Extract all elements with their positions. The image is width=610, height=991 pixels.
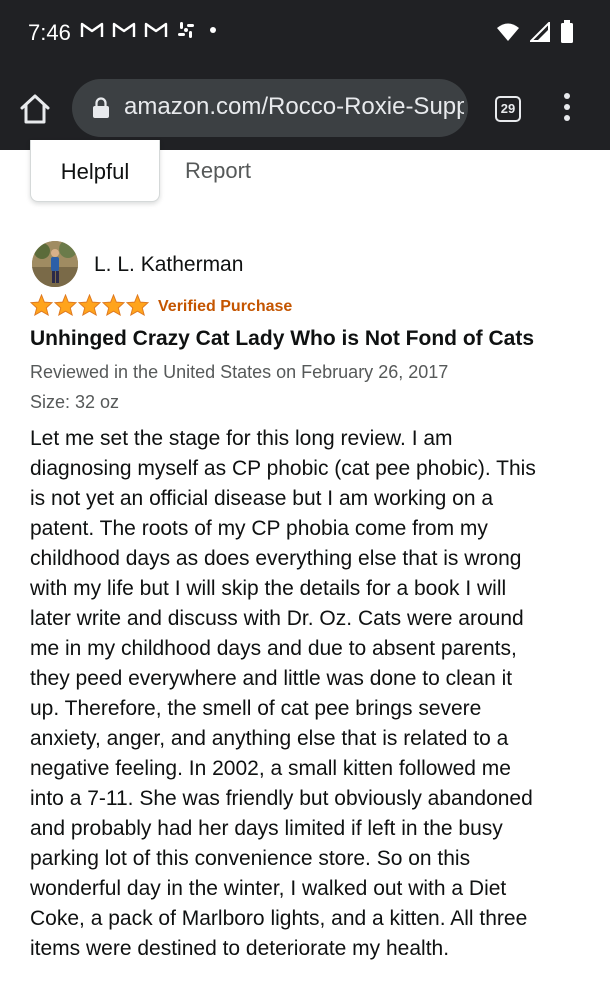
reviewer-name[interactable]: L. L. Katherman <box>94 253 243 277</box>
lock-icon <box>93 97 109 118</box>
review-body-line: me in my childhood days and due to absen… <box>30 637 517 660</box>
gmail-icon <box>80 22 104 37</box>
wifi-icon <box>497 23 519 41</box>
review-body-line: later write and discuss with Dr. Oz. Cat… <box>30 607 524 630</box>
report-link[interactable]: Report <box>185 158 251 184</box>
gmail-icon <box>112 22 136 37</box>
verified-purchase-badge: Verified Purchase <box>158 298 293 315</box>
review-body-line: into a 7-11. She was friendly but obviou… <box>30 787 533 810</box>
review-body-line: negative feeling. In 2002, a small kitte… <box>30 757 511 780</box>
review-body-line: patent. The roots of my CP phobia come f… <box>30 517 488 540</box>
tab-switcher-button[interactable]: 29 <box>495 96 521 122</box>
review-body-line: they peed everywhere and little was done… <box>30 667 513 690</box>
battery-icon <box>561 20 573 43</box>
review-body-line: is not yet an official disease but I am … <box>30 487 494 510</box>
home-icon[interactable] <box>18 92 52 126</box>
review-variant-size: Size: 32 oz <box>30 392 120 412</box>
address-bar[interactable]: amazon.com/Rocco-Roxie-Supp <box>72 79 468 137</box>
review-title: Unhinged Crazy Cat Lady Who is Not Fond … <box>30 327 534 350</box>
star-icon <box>54 294 77 316</box>
review-body-line: up. Therefore, the smell of cat pee brin… <box>30 697 482 720</box>
helpful-button[interactable]: Helpful <box>30 140 160 202</box>
star-icon <box>126 294 149 316</box>
review-date: Reviewed in the United States on Februar… <box>30 362 449 382</box>
review-body-line: childhood days as does everything else t… <box>30 547 522 570</box>
star-icon <box>102 294 125 316</box>
more-notifications-dot <box>210 27 216 33</box>
review-body: Let me set the stage for this long revie… <box>30 424 590 964</box>
review-body-line: diagnosing myself as CP phobic (cat pee … <box>30 457 536 480</box>
review-body-line: and probably had her days limited if lef… <box>30 817 503 840</box>
review-body-line: with my life but I will skip the details… <box>30 577 507 600</box>
review-body-line: items were destined to deteriorate my he… <box>30 937 450 960</box>
review-body-line: parking lot of this convenience store. S… <box>30 847 471 870</box>
status-time: 7:46 <box>28 20 71 45</box>
more-options-icon[interactable] <box>562 93 572 125</box>
avatar-photo <box>32 241 78 287</box>
review-body-line: Let me set the stage for this long revie… <box>30 427 453 450</box>
browser-toolbar: amazon.com/Rocco-Roxie-Supp 29 <box>0 66 610 150</box>
avatar[interactable] <box>32 241 78 287</box>
gmail-icon <box>144 22 168 37</box>
star-icon <box>30 294 53 316</box>
review-body-line: wonderful day in the winter, I walked ou… <box>30 877 507 900</box>
review-body-line: Coke, a pack of Marlboro lights, and a k… <box>30 907 528 930</box>
notification-icons <box>80 20 216 40</box>
signal-icon <box>530 22 550 42</box>
system-icons <box>496 20 574 44</box>
helpful-button-label: Helpful <box>60 159 130 184</box>
review-body-line: anxiety, anger, and anything else that i… <box>30 727 509 750</box>
slack-icon <box>178 22 194 38</box>
star-icon <box>78 294 101 316</box>
star-rating[interactable] <box>30 294 149 316</box>
url-text[interactable]: amazon.com/Rocco-Roxie-Supp <box>124 93 464 121</box>
status-bar: 7:46 <box>0 0 610 66</box>
